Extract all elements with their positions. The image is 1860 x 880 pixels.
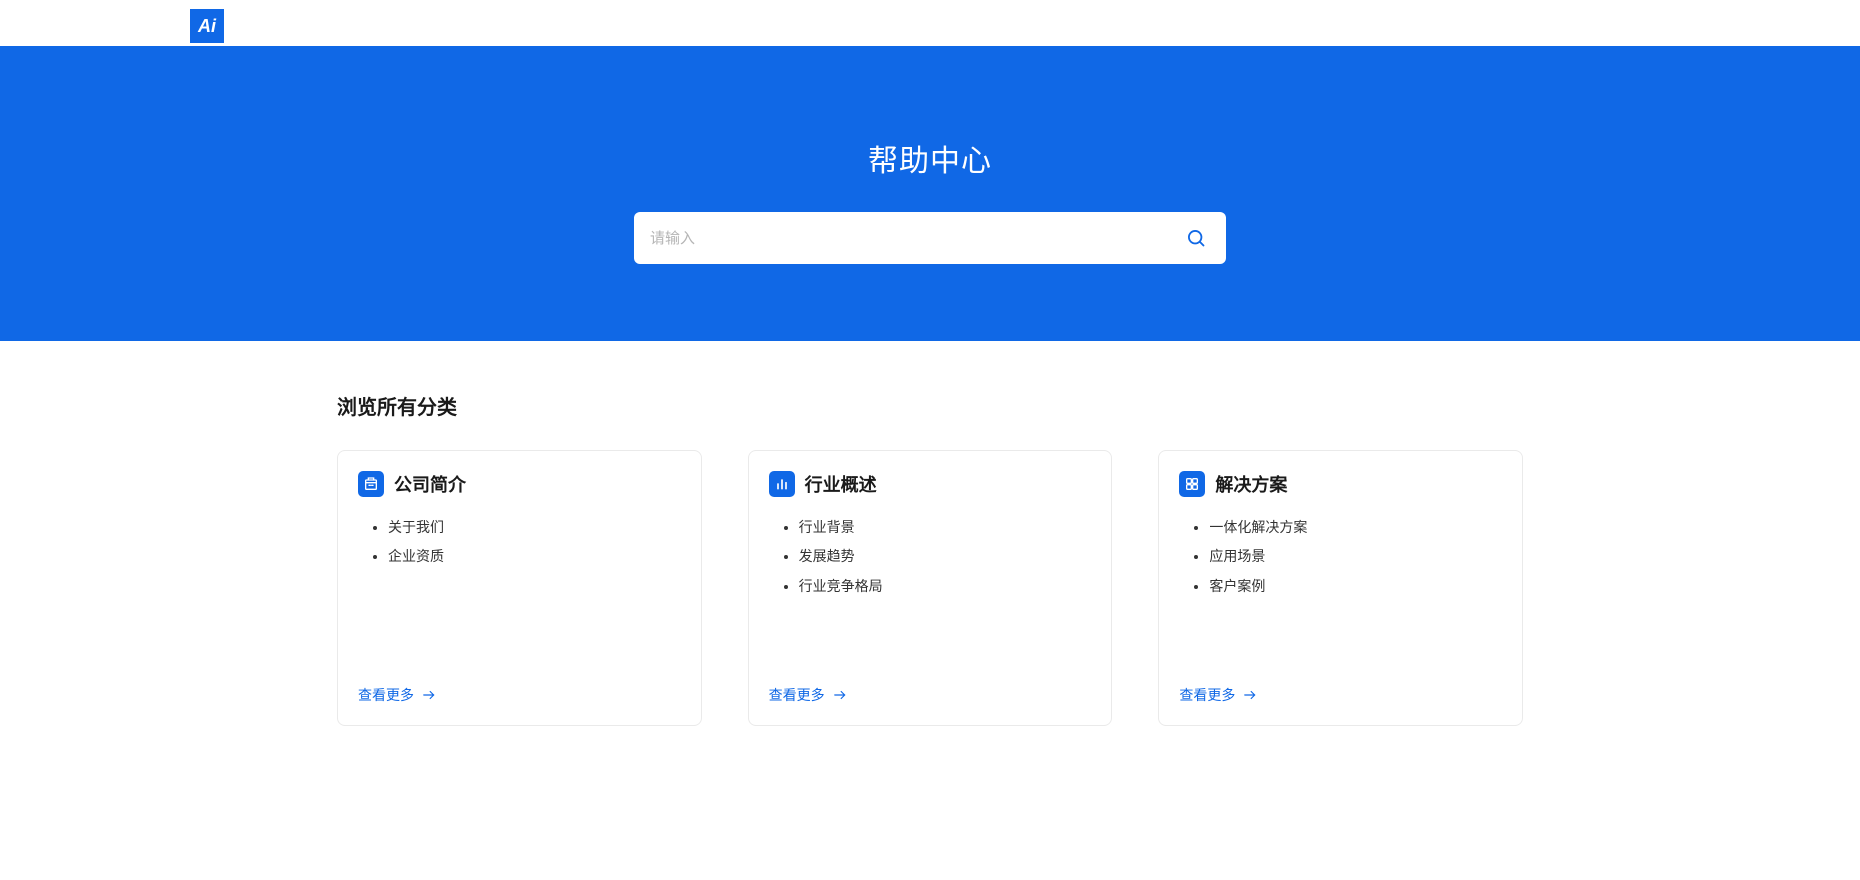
- hero-title: 帮助中心: [868, 136, 992, 180]
- list-item[interactable]: 应用场景: [1209, 542, 1502, 571]
- search-input[interactable]: [650, 230, 1186, 247]
- card-title: 解决方案: [1215, 471, 1287, 497]
- view-more-link[interactable]: 查看更多: [769, 685, 1092, 705]
- list-item[interactable]: 一体化解决方案: [1209, 513, 1502, 542]
- view-more-link[interactable]: 查看更多: [1179, 685, 1502, 705]
- list-item[interactable]: 客户案例: [1209, 572, 1502, 601]
- view-more-label: 查看更多: [1179, 685, 1235, 705]
- view-more-label: 查看更多: [769, 685, 825, 705]
- view-more-label: 查看更多: [358, 685, 414, 705]
- hero: 帮助中心: [0, 46, 1860, 341]
- list-item[interactable]: 行业背景: [799, 513, 1092, 542]
- search-icon[interactable]: [1186, 228, 1206, 248]
- list-item[interactable]: 关于我们: [388, 513, 681, 542]
- content-area: 浏览所有分类 公司简介: [337, 341, 1523, 746]
- building-icon: [358, 471, 384, 497]
- card-header: 行业概述: [769, 471, 1092, 497]
- page: Ai 帮助中心 浏览所有分类: [0, 0, 1860, 880]
- arrow-right-icon: [1241, 688, 1259, 702]
- arrow-right-icon: [831, 688, 849, 702]
- category-card-solutions: 解决方案 一体化解决方案 应用场景 客户案例 查看更多: [1158, 450, 1523, 726]
- grid-icon: [1179, 471, 1205, 497]
- list-item[interactable]: 行业竞争格局: [799, 572, 1092, 601]
- category-card-industry: 行业概述 行业背景 发展趋势 行业竞争格局 查看更多: [748, 450, 1113, 726]
- category-card-company: 公司简介 关于我们 企业资质 查看更多: [337, 450, 702, 726]
- list-item[interactable]: 企业资质: [388, 542, 681, 571]
- brand-logo-text: Ai: [198, 16, 216, 37]
- card-list: 关于我们 企业资质: [358, 513, 681, 685]
- card-list: 一体化解决方案 应用场景 客户案例: [1179, 513, 1502, 685]
- card-header: 解决方案: [1179, 471, 1502, 497]
- chart-icon: [769, 471, 795, 497]
- arrow-right-icon: [420, 688, 438, 702]
- card-title: 行业概述: [805, 471, 877, 497]
- brand-logo[interactable]: Ai: [190, 9, 224, 43]
- section-title: 浏览所有分类: [337, 391, 1523, 420]
- cards-grid: 公司简介 关于我们 企业资质 查看更多: [337, 450, 1523, 726]
- card-title: 公司简介: [394, 471, 466, 497]
- search-box: [634, 212, 1226, 264]
- view-more-link[interactable]: 查看更多: [358, 685, 681, 705]
- top-header: Ai: [0, 0, 1860, 46]
- card-header: 公司简介: [358, 471, 681, 497]
- card-list: 行业背景 发展趋势 行业竞争格局: [769, 513, 1092, 685]
- list-item[interactable]: 发展趋势: [799, 542, 1092, 571]
